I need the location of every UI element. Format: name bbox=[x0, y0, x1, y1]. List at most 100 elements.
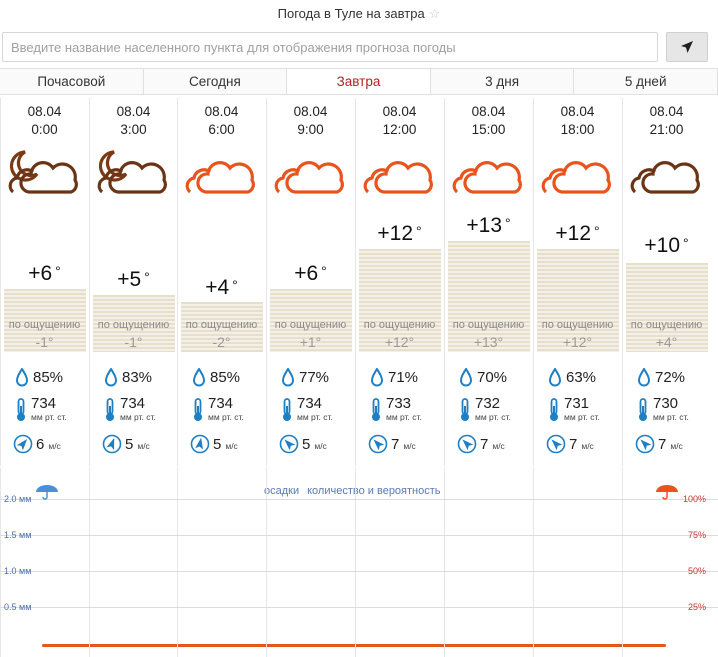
temperature-value: +6 ° bbox=[267, 262, 354, 286]
search-field[interactable] bbox=[2, 32, 658, 62]
pressure-value: 734 bbox=[31, 395, 57, 412]
wind-speed: 5 bbox=[302, 435, 311, 453]
temperature-value: +12 ° bbox=[534, 222, 621, 246]
forecast-column: 08.04 6:00 +4 ° по ощущению -2° 85% 734 мм рт. с… bbox=[177, 98, 265, 466]
forecast-date: 08.04 bbox=[560, 104, 595, 119]
feels-like-label: по ощущению bbox=[363, 319, 436, 331]
umbrella-icon bbox=[654, 484, 680, 505]
wind-direction-icon bbox=[13, 434, 33, 454]
wind-unit: м/с bbox=[314, 441, 327, 451]
wind-unit: м/с bbox=[137, 441, 150, 451]
wind-direction-icon bbox=[457, 434, 477, 454]
feels-like-label: по ощущению bbox=[274, 319, 347, 331]
pressure: 734 мм рт. ст. bbox=[15, 396, 67, 422]
wind-speed: 7 bbox=[569, 435, 578, 453]
wind: 5 м/с bbox=[190, 434, 238, 454]
degree-sign: ° bbox=[144, 269, 150, 285]
temperature-number: +4 bbox=[205, 276, 230, 299]
feels-like-label: по ощущению bbox=[541, 319, 614, 331]
forecast-date: 08.04 bbox=[204, 104, 239, 119]
humidity: 83% bbox=[104, 368, 152, 387]
pressure: 730 мм рт. ст. bbox=[637, 396, 689, 422]
amount-axis-label: 1.0 мм bbox=[4, 566, 32, 576]
forecast-date: 08.04 bbox=[116, 104, 151, 119]
humidity-value: 72% bbox=[655, 369, 686, 386]
tab-tomorrow[interactable]: Завтра bbox=[287, 69, 431, 94]
pressure-value: 732 bbox=[475, 395, 501, 412]
thermometer-icon bbox=[194, 398, 202, 421]
temperature-value: +12 ° bbox=[356, 222, 443, 246]
umbrella-icon bbox=[34, 484, 60, 505]
forecast-date: 08.04 bbox=[471, 104, 506, 119]
wind-speed: 7 bbox=[658, 435, 667, 453]
wind-speed: 7 bbox=[480, 435, 489, 453]
temperature-number: +6 bbox=[294, 262, 319, 285]
forecast-time: 21:00 bbox=[649, 122, 684, 137]
locate-button[interactable] bbox=[666, 32, 708, 62]
forecast-time: 0:00 bbox=[31, 122, 58, 137]
feels-like-label: по ощущению bbox=[8, 319, 81, 331]
forecast-time: 18:00 bbox=[560, 122, 595, 137]
temperature-number: +6 bbox=[28, 262, 53, 285]
pressure: 731 мм рт. ст. bbox=[548, 396, 600, 422]
degree-sign: ° bbox=[55, 263, 61, 279]
humidity: 63% bbox=[548, 368, 596, 387]
humidity: 71% bbox=[370, 368, 418, 387]
feels-like-value: +4° bbox=[655, 334, 678, 350]
temperature-value: +5 ° bbox=[90, 268, 177, 292]
thermometer-icon bbox=[283, 398, 291, 421]
precipitation-column bbox=[266, 468, 354, 657]
tab-hourly[interactable]: Почасовой bbox=[0, 69, 144, 94]
precipitation-chart: осадки количество и вероятность 2.0 мм 1.5… bbox=[0, 468, 718, 657]
thermometer-icon bbox=[461, 398, 469, 421]
star-icon[interactable]: ☆ bbox=[429, 6, 441, 21]
degree-sign: ° bbox=[594, 223, 600, 239]
humidity-drop-icon bbox=[15, 368, 29, 387]
moon-cloud-icon bbox=[7, 148, 83, 198]
feels-like-value: +12° bbox=[562, 334, 593, 350]
cloud-icon bbox=[451, 148, 527, 198]
temperature-value: +6 ° bbox=[1, 262, 88, 286]
wind-speed: 5 bbox=[213, 435, 222, 453]
humidity-value: 85% bbox=[33, 369, 64, 386]
humidity-value: 85% bbox=[210, 369, 241, 386]
precipitation-column bbox=[533, 468, 621, 657]
pressure: 734 мм рт. ст. bbox=[281, 396, 333, 422]
wind: 6 м/с bbox=[13, 434, 61, 454]
forecast-date: 08.04 bbox=[382, 104, 417, 119]
probability-axis-label: 25% bbox=[687, 602, 706, 612]
humidity: 85% bbox=[192, 368, 240, 387]
forecast-grid: 08.04 0:00 +6 ° по ощущению -1° 85% 734 мм рт. с… bbox=[0, 98, 718, 466]
wind-unit: м/с bbox=[403, 441, 416, 451]
thermometer-icon bbox=[17, 398, 25, 421]
pressure: 734 мм рт. ст. bbox=[192, 396, 244, 422]
wind: 5 м/с bbox=[102, 434, 150, 454]
humidity-drop-icon bbox=[281, 368, 295, 387]
tab-5-days[interactable]: 5 дней bbox=[574, 69, 718, 94]
precipitation-column bbox=[355, 468, 443, 657]
probability-axis-label: 50% bbox=[687, 566, 706, 576]
pressure-value: 730 bbox=[653, 395, 679, 412]
wind-direction-icon bbox=[635, 434, 655, 454]
amount-axis-label: 0.5 мм bbox=[4, 602, 32, 612]
forecast-date: 08.04 bbox=[27, 104, 62, 119]
wind-unit: м/с bbox=[670, 441, 683, 451]
degree-sign: ° bbox=[232, 277, 238, 293]
search-input[interactable] bbox=[3, 33, 657, 61]
wind-direction-icon bbox=[102, 434, 122, 454]
forecast-column: 08.04 0:00 +6 ° по ощущению -1° 85% 734 мм рт. с… bbox=[0, 98, 88, 466]
tab-3-days[interactable]: 3 дня bbox=[430, 69, 575, 94]
temperature-value: +13 ° bbox=[445, 214, 532, 238]
wind-unit: м/с bbox=[48, 441, 61, 451]
pressure-value: 734 bbox=[297, 395, 323, 412]
thermometer-icon bbox=[106, 398, 114, 421]
thermometer-icon bbox=[639, 398, 647, 421]
wind: 7 м/с bbox=[457, 434, 505, 454]
pressure: 734 мм рт. ст. bbox=[104, 396, 156, 422]
wind-direction-icon bbox=[368, 434, 388, 454]
pressure-unit: мм рт. ст. bbox=[653, 412, 689, 422]
tab-today[interactable]: Сегодня bbox=[143, 69, 288, 94]
temperature-number: +5 bbox=[117, 268, 142, 291]
forecast-time: 6:00 bbox=[208, 122, 235, 137]
wind-direction-icon bbox=[279, 434, 299, 454]
